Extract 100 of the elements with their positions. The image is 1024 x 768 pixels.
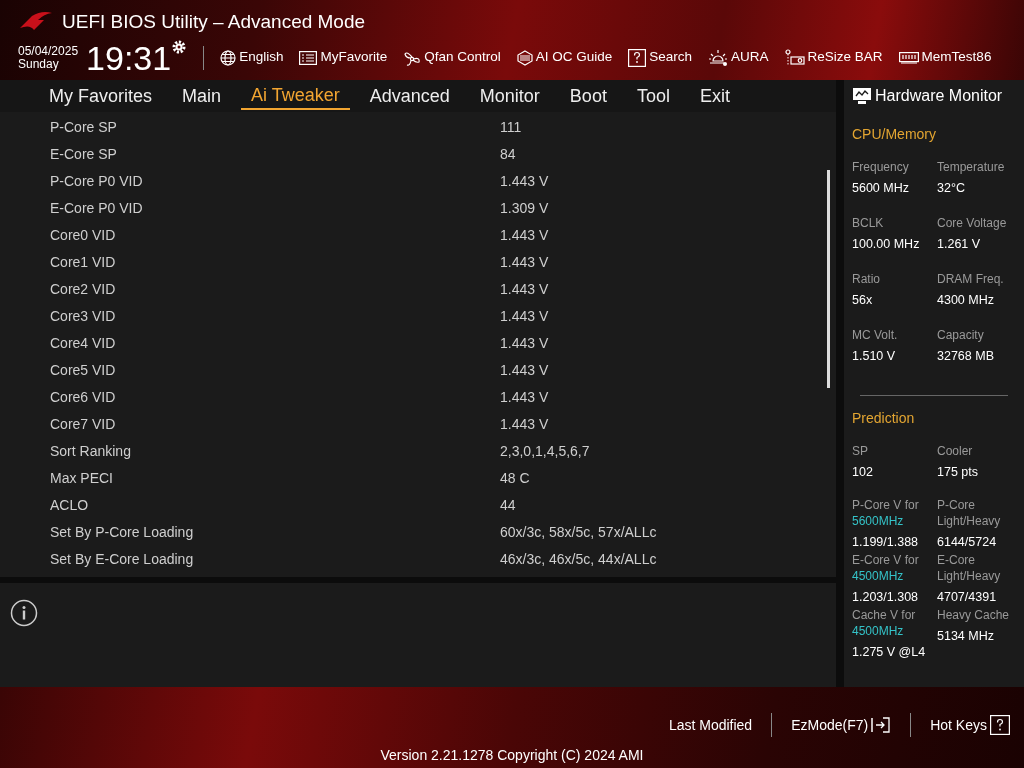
setting-label: Core0 VID [49, 225, 117, 245]
setting-label: Max PECI [49, 468, 114, 488]
setting-value: 46x/3c, 46x/5c, 44x/ALLc [500, 549, 657, 569]
setting-label: Core1 VID [49, 252, 117, 272]
tab[interactable]: Tool [626, 80, 680, 110]
setting-label: P-Core P0 VID [49, 171, 144, 191]
setting-label: E-Core SP [49, 144, 118, 164]
monitor-value: 1.199/1.388 [852, 534, 920, 551]
toolbar-button[interactable]: AI OC Guide [516, 47, 613, 68]
light-icon [708, 48, 729, 67]
toolbar-button[interactable]: ReSize BAR [784, 47, 883, 68]
tab[interactable]: Advanced [359, 80, 460, 110]
setting-value: 44 [500, 495, 516, 515]
monitor-label: Cooler [937, 443, 974, 459]
fan-icon [403, 49, 422, 66]
frequency-label: 4500MHz [852, 568, 905, 584]
chip-icon [516, 49, 533, 66]
help-icon [628, 48, 647, 67]
tab[interactable]: Exit [689, 80, 740, 110]
monitor-value: 175 pts [937, 464, 979, 481]
setting-value: 1.443 V [500, 225, 549, 245]
monitor-value: 1.510 V [852, 348, 897, 365]
monitor-value: 102 [852, 464, 874, 481]
setting-label: Sort Ranking [49, 441, 132, 461]
exit-icon [871, 716, 892, 734]
monitor-value: 5600 MHz [852, 180, 910, 197]
panel-title: Hardware Monitor [875, 86, 1003, 106]
monitor-value: 100.00 MHz [852, 236, 921, 253]
setting-value: 60x/3c, 58x/5c, 57x/ALLc [500, 522, 657, 542]
toolbar-button[interactable]: AURA [708, 47, 769, 68]
monitor-label: P-Core V for [852, 497, 920, 513]
tab[interactable]: Monitor [469, 80, 550, 110]
monitor-value: 6144/5724 [937, 534, 998, 551]
globe-icon [220, 49, 237, 66]
setting-label: Core3 VID [49, 306, 117, 326]
setting-value: 48 C [500, 468, 530, 488]
setting-label: Core5 VID [49, 360, 117, 380]
monitor-label: Heavy Cache [937, 607, 1011, 623]
clock-time: 19:31 [86, 40, 172, 75]
tab[interactable]: Boot [559, 80, 617, 110]
scrollbar-thumb[interactable] [827, 169, 830, 388]
monitor-label: P-Core Light/Heavy [937, 497, 1002, 529]
footer-button[interactable]: Hot Keys [930, 714, 1010, 736]
monitor-value: 56x [852, 292, 874, 309]
monitor-label: Frequency [852, 159, 910, 175]
section-title: CPU/Memory [852, 125, 937, 144]
setting-label: E-Core P0 VID [49, 198, 144, 218]
toolbar-button[interactable]: MyFavorite [299, 47, 388, 68]
setting-label: Set By P-Core Loading [49, 522, 195, 542]
monitor-value: 5134 MHz [937, 628, 995, 645]
monitor-label: E-Core V for [852, 552, 920, 568]
toolbar-button[interactable]: English [220, 47, 284, 68]
setting-value: 1.443 V [500, 333, 549, 353]
setting-value: 1.443 V [500, 360, 549, 380]
monitor-value: 32°C [937, 180, 966, 197]
monitor-label: SP [852, 443, 869, 459]
window-title: UEFI BIOS Utility – Advanced Mode [62, 10, 366, 34]
info-icon [10, 599, 38, 628]
settings-icon[interactable] [171, 38, 188, 55]
tab[interactable]: Ai Tweaker [241, 80, 350, 110]
setting-label: Set By E-Core Loading [49, 549, 195, 569]
frequency-label: 5600MHz [852, 513, 905, 529]
footer-button[interactable]: Last Modified [668, 714, 753, 736]
memory-module-icon [898, 50, 919, 65]
setting-label: Core4 VID [49, 333, 117, 353]
toolbar-button[interactable]: MemTest86 [898, 47, 992, 68]
date-text: 05/04/2025 [18, 44, 79, 58]
setting-value: 84 [500, 144, 516, 164]
setting-value: 111 [500, 117, 522, 137]
monitor-label: Cache V for [852, 607, 917, 623]
monitor-label: Temperature [937, 159, 1006, 175]
monitor-value: 4707/4391 [937, 589, 998, 606]
setting-value: 1.309 V [500, 198, 549, 218]
monitor-label: MC Volt. [852, 327, 899, 343]
setting-value: 1.443 V [500, 279, 549, 299]
setting-value: 1.443 V [500, 414, 549, 434]
expansion-card-icon [784, 48, 805, 67]
setting-value: 1.443 V [500, 171, 549, 191]
setting-value: 1.443 V [500, 252, 549, 272]
setting-value: 1.443 V [500, 387, 549, 407]
setting-label: Core2 VID [49, 279, 117, 299]
setting-label: ACLO [49, 495, 90, 515]
monitor-label: Core Voltage [937, 215, 1008, 231]
toolbar-button[interactable]: Qfan Control [403, 47, 501, 68]
setting-label: P-Core SP [49, 117, 118, 137]
footer-button[interactable]: EzMode(F7) [791, 714, 892, 736]
help-icon [990, 715, 1010, 735]
setting-value: 1.443 V [500, 306, 549, 326]
setting-label: Core7 VID [49, 414, 117, 434]
tab[interactable]: Main [172, 80, 232, 110]
monitor-value: 1.203/1.308 [852, 589, 920, 606]
tab[interactable]: My Favorites [39, 80, 163, 110]
version-text: Version 2.21.1278 Copyright (C) 2024 AMI [380, 747, 644, 763]
section-title: Prediction [852, 409, 916, 428]
monitor-value: 1.261 V [937, 236, 982, 253]
toolbar-button[interactable]: Search [628, 47, 693, 68]
monitor-icon [852, 87, 872, 105]
monitor-label: Capacity [937, 327, 985, 343]
monitor-label: Ratio [852, 271, 881, 287]
monitor-value: 1.275 V @L4 [852, 644, 927, 661]
